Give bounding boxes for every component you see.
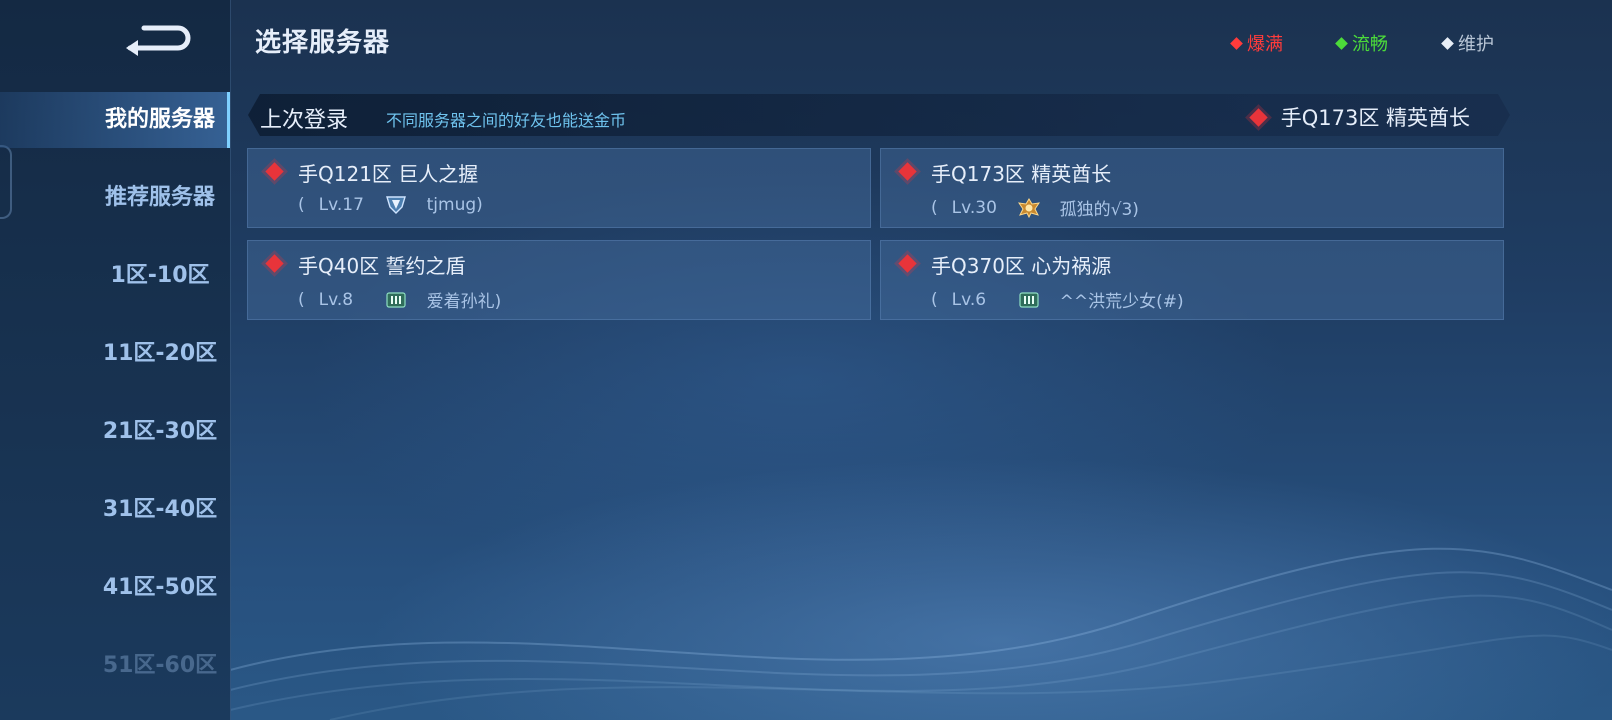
back-arrow-icon[interactable] [120, 18, 200, 58]
status-full-icon [898, 162, 917, 181]
server-card[interactable]: 手Q173区 精英酋长 ( Lv.30 孤独的√3) [880, 148, 1504, 228]
legend-full: 爆满 [1230, 30, 1283, 56]
sidebar-item-my-servers[interactable]: 我的服务器 [0, 92, 230, 148]
status-full-icon [898, 254, 917, 273]
role-level: Lv.30 [951, 197, 997, 218]
legend-smooth: 流畅 [1335, 30, 1388, 56]
sidebar-item-zone-41-50[interactable]: 41区-50区 [0, 560, 230, 616]
last-login-label: 上次登录 [260, 108, 349, 133]
rank-badge-diamond-icon [385, 196, 406, 214]
server-name: 手Q173区 精英酋长 [931, 162, 1112, 186]
server-role-info: ( Lv.30 孤独的√3) [931, 195, 1139, 221]
sidebar-item-zone-11-20[interactable]: 11区-20区 [0, 326, 230, 382]
role-name: tjmug) [426, 195, 483, 215]
status-full-icon [1249, 107, 1268, 127]
role-level: Lv.17 [318, 195, 364, 215]
last-login-server[interactable]: 手Q173区 精英酋长 [1249, 102, 1470, 132]
server-name: 手Q121区 巨人之握 [298, 162, 479, 186]
server-card[interactable]: 手Q40区 誓约之盾 ( Lv.8 爱着孙礼) [247, 240, 871, 320]
server-sidebar: 我的服务器 推荐服务器 1区-10区 11区-20区 21区-30区 31区-4… [0, 0, 231, 720]
rank-badge-bronze-icon [1019, 291, 1039, 308]
rank-badge-gold-icon [1017, 197, 1040, 218]
sidebar-item-zone-21-30[interactable]: 21区-30区 [0, 404, 230, 460]
page-title: 选择服务器 [255, 28, 391, 58]
server-card[interactable]: 手Q370区 心为祸源 ( Lv.6 ^^洪荒少女(#) [880, 240, 1504, 320]
status-full-icon [1230, 36, 1243, 50]
last-login-server-name: 手Q173区 精英酋长 [1280, 106, 1470, 130]
sidebar-item-zone-1-10[interactable]: 1区-10区 [0, 248, 230, 304]
sidebar-item-recommended[interactable]: 推荐服务器 [0, 170, 230, 226]
server-name: 手Q40区 誓约之盾 [298, 254, 466, 278]
rank-badge-bronze-icon [386, 291, 406, 308]
status-smooth-icon [1335, 36, 1348, 50]
server-role-info: ( Lv.8 爱着孙礼) [298, 287, 502, 313]
role-name: 爱着孙礼) [426, 292, 502, 312]
server-role-info: ( Lv.17 tjmug) [298, 195, 483, 215]
role-name: 孤独的√3) [1059, 200, 1139, 220]
paren: ( [298, 195, 305, 215]
sidebar-item-zone-31-40[interactable]: 31区-40区 [0, 482, 230, 538]
role-name: ^^洪荒少女(#) [1059, 292, 1184, 312]
paren: ( [298, 289, 305, 310]
status-maintenance-icon [1441, 36, 1454, 50]
legend-label: 爆满 [1247, 34, 1283, 55]
server-name: 手Q370区 心为祸源 [931, 254, 1112, 278]
status-full-icon [265, 162, 284, 181]
paren: ( [931, 197, 938, 218]
legend-label: 流畅 [1352, 34, 1388, 55]
legend-label: 维护 [1458, 34, 1494, 55]
last-login-hint: 不同服务器之间的好友也能送金币 [386, 111, 627, 130]
role-level: Lv.8 [318, 289, 354, 310]
background-waves [230, 547, 1612, 720]
server-card[interactable]: 手Q121区 巨人之握 ( Lv.17 tjmug) [247, 148, 871, 228]
role-level: Lv.6 [951, 289, 987, 310]
sidebar-item-zone-51-60[interactable]: 51区-60区 [0, 638, 230, 694]
server-role-info: ( Lv.6 ^^洪荒少女(#) [931, 287, 1184, 313]
status-full-icon [265, 254, 284, 273]
paren: ( [931, 289, 938, 310]
legend-maintenance: 维护 [1441, 30, 1494, 56]
